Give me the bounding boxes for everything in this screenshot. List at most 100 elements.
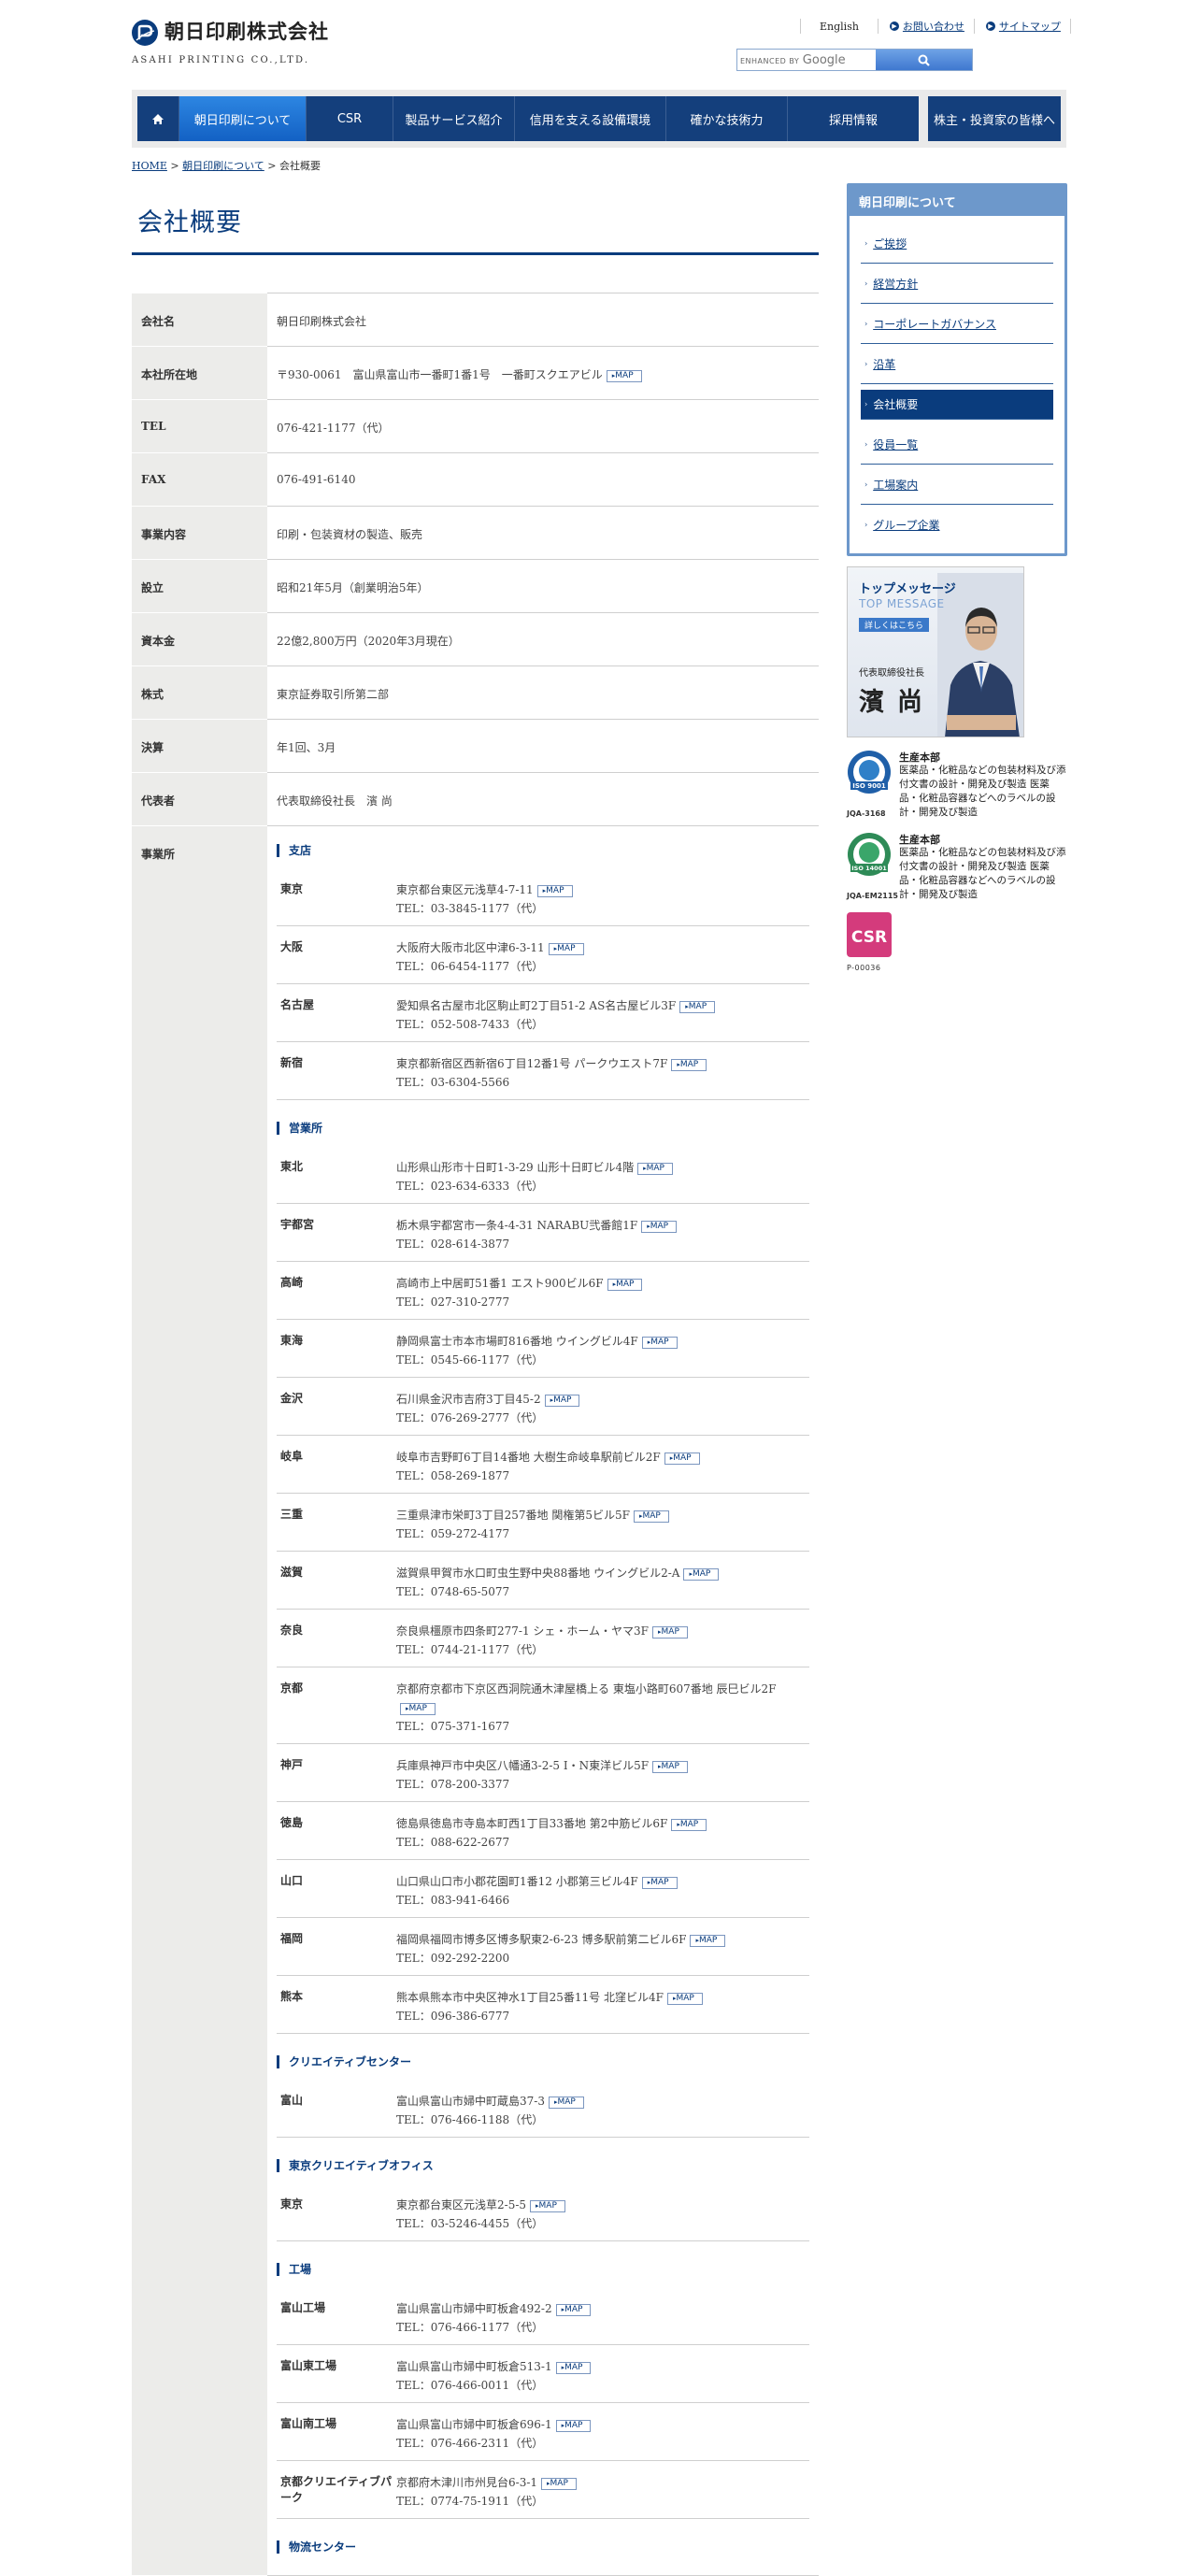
map-button[interactable]: MAP — [641, 1337, 678, 1349]
map-button[interactable]: MAP — [671, 1819, 707, 1831]
nav-csr[interactable]: CSR — [307, 96, 393, 141]
office-row: 福岡 福岡県福岡市博多区博多駅東2-6-23 博多駅前第二ビル6FMAP TEL：0… — [277, 1918, 809, 1976]
nav-recruit[interactable]: 採用情報 — [788, 96, 919, 141]
map-button[interactable]: MAP — [555, 2420, 592, 2432]
nav-technology[interactable]: 確かな技術力 — [666, 96, 788, 141]
top-message-banner[interactable]: トップメッセージ TOP MESSAGE 詳しくはこちら 代表取締役社長 濱尚 — [847, 566, 1024, 737]
map-button[interactable]: MAP — [683, 1568, 720, 1581]
office-section: 東京クリエイティブオフィス東京 東京都台東区元浅草2-5-5MAP TEL：03-5… — [277, 2159, 809, 2241]
office-name: 新宿 — [280, 1056, 304, 1069]
map-button[interactable]: MAP — [548, 943, 584, 955]
office-row: 高崎 高崎市上中居町51番1 エスト900ビル6FMAP TEL：027-310-2… — [277, 1262, 809, 1320]
nav-products[interactable]: 製品サービス紹介 — [393, 96, 515, 141]
office-row: 東京 東京都台東区元浅草2-5-5MAP TEL：03-5246-4455（代） — [277, 2183, 809, 2241]
sitemap-link[interactable]: サイトマップ — [999, 19, 1061, 34]
map-button[interactable]: MAP — [666, 1993, 703, 2005]
map-button[interactable]: MAP — [541, 2478, 577, 2490]
office-address: 三重県津市栄町3丁目257番地 関権第5ビル5F — [396, 1509, 630, 1522]
sidebar-item[interactable]: › 役員一覧 — [861, 424, 1053, 465]
page-title: 会社概要 — [137, 208, 242, 237]
office-name: 京都クリエイティブパーク — [280, 2475, 393, 2504]
office-row: 富山東工場 富山県富山市婦中町板倉513-1MAP TEL：076-466-0011… — [277, 2345, 809, 2403]
nav-investors[interactable]: 株主・投資家の皆様へ — [928, 96, 1061, 141]
map-button[interactable]: MAP — [548, 2097, 584, 2109]
overview-label: 設立 — [132, 559, 267, 613]
sidebar-item[interactable]: › 会社概要 — [861, 390, 1053, 420]
office-name: 名古屋 — [280, 998, 315, 1011]
nav-about[interactable]: 朝日印刷について — [179, 96, 307, 141]
map-button[interactable]: MAP — [641, 1877, 678, 1889]
sidebar-item[interactable]: › グループ企業 — [861, 505, 1053, 545]
sidebar-item-label[interactable]: ご挨拶 — [873, 236, 907, 251]
sidebar-item-label[interactable]: 沿革 — [873, 356, 895, 372]
map-button[interactable]: MAP — [530, 2200, 565, 2212]
sidebar-item[interactable]: › 経営方針 — [861, 264, 1053, 304]
map-button[interactable]: MAP — [536, 885, 573, 897]
office-tel: TEL：023-634-6333（代） — [396, 1180, 544, 1193]
map-button[interactable]: MAP — [607, 1279, 643, 1291]
overview-label: FAX — [132, 452, 267, 507]
sidebar-item-label[interactable]: 工場案内 — [873, 477, 918, 493]
map-button[interactable]: MAP — [664, 1453, 700, 1465]
nav-home[interactable] — [137, 96, 179, 141]
contact-link[interactable]: お問い合わせ — [903, 19, 964, 34]
nav-facilities[interactable]: 信用を支える設備環境 — [515, 96, 666, 141]
map-button[interactable]: MAP — [690, 1935, 726, 1947]
office-detail: 富山県富山市婦中町板倉492-2MAP TEL：076-466-1177（代） — [396, 2299, 809, 2337]
english-link[interactable]: English — [800, 19, 878, 34]
sidebar-item[interactable]: › コーポレートガバナンス — [861, 304, 1053, 344]
company-logo[interactable]: 朝日印刷株式会社 ASAHI PRINTING CO.,LTD. — [132, 16, 347, 72]
map-button[interactable]: MAP — [606, 370, 642, 382]
iso-9001-block: ISO 9001 JQA-3168 生産本部 医薬品・化粧品などの包装材料及び添… — [847, 750, 1067, 829]
office-address: 富山県富山市婦中町板倉513-1 — [396, 2360, 552, 2373]
iso-9001-badge-text: ISO 9001 — [852, 782, 886, 790]
office-address: 福岡県福岡市博多区博多駅東2-6-23 博多駅前第二ビル6F — [396, 1933, 687, 1946]
sidebar-item-label[interactable]: 会社概要 — [873, 396, 918, 412]
sidebar-item-label[interactable]: グループ企業 — [873, 517, 939, 533]
breadcrumb-about[interactable]: 朝日印刷について — [182, 160, 264, 172]
map-button[interactable]: MAP — [633, 1510, 669, 1523]
sidebar-item[interactable]: › 工場案内 — [861, 465, 1053, 505]
overview-label: 株式 — [132, 665, 267, 720]
sidebar-item-label[interactable]: 役員一覧 — [873, 436, 918, 452]
overview-value: 朝日印刷株式会社 — [277, 315, 367, 328]
map-button[interactable]: MAP — [637, 1163, 673, 1175]
office-name: 三重 — [280, 1508, 304, 1521]
office-row: 神戸 兵庫県神戸市中央区八幡通3-2-5 I・N東洋ビル5FMAP TEL：078-… — [277, 1744, 809, 1802]
sidebar-item[interactable]: › ご挨拶 — [861, 223, 1053, 264]
arrow-circle-icon: ▶ — [889, 21, 899, 31]
search-input[interactable]: ENHANCED BY Google — [737, 50, 876, 70]
office-tel: TEL：076-466-1177（代） — [396, 2321, 544, 2334]
overview-value: 印刷・包装資材の製造、販売 — [277, 528, 423, 541]
chevron-right-icon: › — [864, 359, 868, 368]
office-row: 富山工場 富山県富山市婦中町板倉492-2MAP TEL：076-466-1177（… — [277, 2287, 809, 2345]
map-button[interactable]: MAP — [555, 2362, 592, 2374]
office-name: 東海 — [280, 1334, 304, 1347]
map-button[interactable]: MAP — [652, 1761, 688, 1773]
office-detail: 大阪府大阪市北区中津6-3-11MAP TEL：06-6454-1177（代） — [396, 938, 809, 976]
map-button[interactable]: MAP — [400, 1703, 436, 1715]
office-tel: TEL：03-3845-1177（代） — [396, 902, 544, 915]
overview-body: 会社名 朝日印刷株式会社 本社所在地 〒930-0061 富山県富山市一番町1番1号 … — [132, 293, 819, 2576]
breadcrumb-home[interactable]: HOME — [132, 160, 167, 172]
map-button[interactable]: MAP — [652, 1626, 688, 1639]
sidebar: 朝日印刷について › ご挨拶 › 経営方針 › コーポレートガバナンス › 沿革 › 会社概要 › 役… — [847, 183, 1067, 972]
map-button[interactable]: MAP — [641, 1221, 678, 1233]
iso-14001-badge-text: ISO 14001 — [851, 865, 887, 872]
map-button[interactable]: MAP — [679, 1001, 716, 1013]
csr-badge[interactable]: CSR P-00036 — [847, 912, 892, 972]
sidebar-item-label[interactable]: コーポレートガバナンス — [873, 316, 996, 332]
map-button[interactable]: MAP — [555, 2304, 592, 2316]
company-name-en: ASAHI PRINTING CO.,LTD. — [132, 55, 310, 65]
search-button[interactable] — [876, 50, 972, 70]
map-button[interactable]: MAP — [671, 1059, 707, 1071]
office-row: 大阪 大阪府大阪市北区中津6-3-11MAP TEL：06-6454-1177（代） — [277, 926, 809, 984]
office-detail: 高崎市上中居町51番1 エスト900ビル6FMAP TEL：027-310-277… — [396, 1274, 809, 1311]
overview-row: TEL 076-421-1177（代） — [132, 399, 819, 453]
iso-14001-logo: ISO 14001 — [848, 833, 891, 876]
top-message-more-link[interactable]: 詳しくはこちら — [859, 618, 930, 632]
sidebar-item-label[interactable]: 経営方針 — [873, 276, 918, 292]
map-button[interactable]: MAP — [544, 1395, 580, 1407]
sidebar-item[interactable]: › 沿革 — [861, 344, 1053, 384]
office-detail: 滋賀県甲賀市水口町虫生野中央88番地 ウイングビル2-AMAP TEL：0748-… — [396, 1564, 809, 1601]
